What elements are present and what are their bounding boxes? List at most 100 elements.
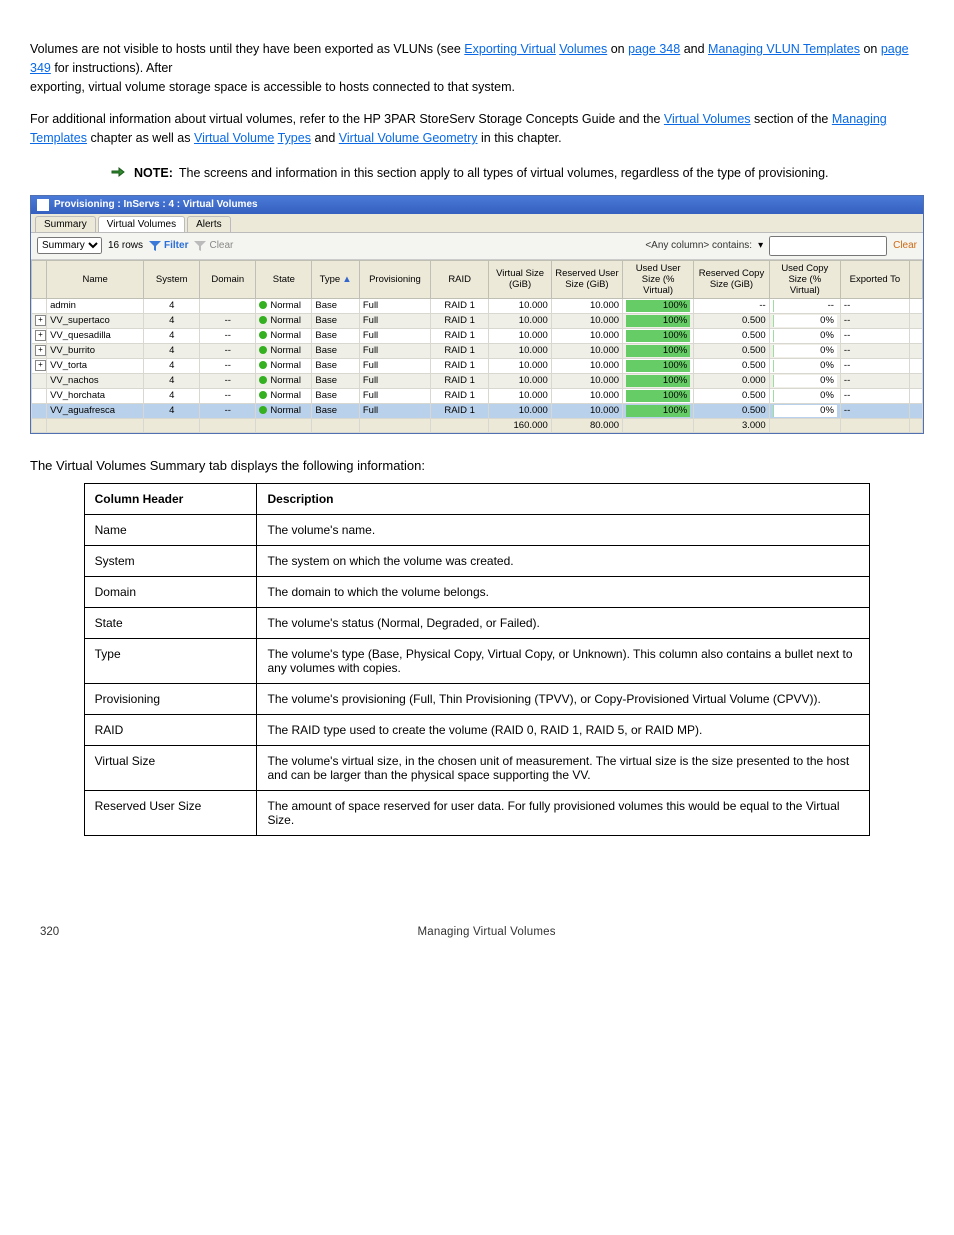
footer-page: 320 (40, 926, 59, 938)
desc-col-header: Type (84, 638, 257, 683)
link-exporting[interactable]: Exporting Virtual (464, 42, 556, 56)
tab-virtual-volumes[interactable]: Virtual Volumes (98, 216, 185, 232)
col-rusersize[interactable]: Reserved User Size (GiB) (551, 260, 622, 298)
table-row[interactable]: +VV_supertaco4--NormalBaseFullRAID 110.0… (32, 313, 923, 328)
expand-icon[interactable]: + (35, 315, 46, 326)
col-scroll (909, 260, 922, 298)
desc-row: SystemThe system on which the volume was… (84, 545, 870, 576)
col-type[interactable]: Type▲ (312, 260, 359, 298)
desc-row: TypeThe volume's type (Base, Physical Co… (84, 638, 870, 683)
col-vsize[interactable]: Virtual Size (GiB) (489, 260, 552, 298)
table-row[interactable]: VV_horchata4--NormalBaseFullRAID 110.000… (32, 388, 923, 403)
status-dot-icon (259, 331, 267, 339)
footer-title: Managing Virtual Volumes (417, 926, 555, 938)
table-row[interactable]: +VV_torta4--NormalBaseFullRAID 110.00010… (32, 358, 923, 373)
filter-icon (149, 241, 161, 251)
table-row[interactable]: VV_aguafresca4--NormalBaseFullRAID 110.0… (32, 403, 923, 418)
window-titlebar: Provisioning : InServs : 4 : Virtual Vol… (31, 196, 923, 214)
desc-col-header: Provisioning (84, 683, 257, 714)
chevron-down-icon[interactable]: ▾ (758, 240, 763, 251)
table-row[interactable]: +VV_burrito4--NormalBaseFullRAID 110.000… (32, 343, 923, 358)
col-system[interactable]: System (144, 260, 200, 298)
cell-ucopy: 0% (769, 328, 840, 343)
expand-icon[interactable]: + (35, 360, 46, 371)
cell-pad (909, 298, 922, 313)
link-vv-types2[interactable]: Types (278, 131, 311, 145)
arrow-right-icon (110, 164, 126, 180)
link-vv[interactable]: Virtual Volumes (664, 112, 751, 126)
toolbar: Summary 16 rows Filter Clear <Any column… (31, 233, 923, 260)
desc-col-header: System (84, 545, 257, 576)
cell-name: VV_supertaco (47, 313, 144, 328)
col-rcopysize[interactable]: Reserved Copy Size (GiB) (694, 260, 770, 298)
cell-system: 4 (144, 373, 200, 388)
cell-rsize: 10.000 (551, 328, 622, 343)
desc-row: Virtual SizeThe volume's virtual size, i… (84, 745, 870, 790)
cell-domain: -- (200, 373, 256, 388)
tab-summary[interactable]: Summary (35, 216, 96, 232)
cell-exp: -- (840, 388, 909, 403)
desc-row: ProvisioningThe volume's provisioning (F… (84, 683, 870, 714)
search-input[interactable] (769, 236, 887, 256)
col-state[interactable]: State (256, 260, 312, 298)
cell-raid: RAID 1 (431, 313, 489, 328)
cell-pad (909, 373, 922, 388)
cell-expand: + (32, 358, 47, 373)
cell-exp: -- (840, 313, 909, 328)
cell-type: Base (312, 328, 359, 343)
clear-search-button[interactable]: Clear (893, 240, 917, 251)
tab-alerts[interactable]: Alerts (187, 216, 231, 232)
col-name[interactable]: Name (47, 260, 144, 298)
cell-expand: + (32, 328, 47, 343)
cell-name: VV_quesadilla (47, 328, 144, 343)
expand-icon[interactable]: + (35, 330, 46, 341)
status-dot-icon (259, 346, 267, 354)
link-vv-types1[interactable]: Virtual Volume (194, 131, 274, 145)
cell-name: admin (47, 298, 144, 313)
cell-domain: -- (200, 403, 256, 418)
view-select[interactable]: Summary (37, 237, 102, 254)
table-row[interactable]: admin4NormalBaseFullRAID 110.00010.00010… (32, 298, 923, 313)
cell-prov: Full (359, 313, 430, 328)
cell-expand (32, 388, 47, 403)
cell-prov: Full (359, 343, 430, 358)
col-ucopysize[interactable]: Used Copy Size (% Virtual) (769, 260, 840, 298)
col-provisioning[interactable]: Provisioning (359, 260, 430, 298)
contains-label: <Any column> contains: (645, 240, 752, 251)
col-exportedto[interactable]: Exported To (840, 260, 909, 298)
col-domain[interactable]: Domain (200, 260, 256, 298)
col-raid[interactable]: RAID (431, 260, 489, 298)
clear-filter-button[interactable]: Clear (194, 240, 233, 251)
expand-icon[interactable]: + (35, 345, 46, 356)
cell-exp: -- (840, 403, 909, 418)
filter-button[interactable]: Filter (149, 240, 188, 251)
link-page348[interactable]: page 348 (628, 42, 680, 56)
cell-state: Normal (256, 388, 312, 403)
cell-rcopy: 0.500 (694, 343, 770, 358)
cell-system: 4 (144, 358, 200, 373)
cell-state: Normal (256, 313, 312, 328)
table-row[interactable]: VV_nachos4--NormalBaseFullRAID 110.00010… (32, 373, 923, 388)
link-vv-geometry[interactable]: Virtual Volume Geometry (339, 131, 478, 145)
cell-name: VV_burrito (47, 343, 144, 358)
cell-rsize: 10.000 (551, 403, 622, 418)
cell-type: Base (312, 358, 359, 373)
desc-row: DomainThe domain to which the volume bel… (84, 576, 870, 607)
cell-raid: RAID 1 (431, 403, 489, 418)
cell-pad (909, 358, 922, 373)
desc-row: Column HeaderDescription (84, 483, 870, 514)
cell-used: 100% (623, 313, 694, 328)
col-expand[interactable] (32, 260, 47, 298)
totals-row: 160.000 80.000 3.000 (32, 418, 923, 432)
link-managing-vlun[interactable]: Managing VLUN Templates (708, 42, 860, 56)
row-count: 16 rows (108, 240, 143, 251)
cell-name: VV_aguafresca (47, 403, 144, 418)
cell-system: 4 (144, 328, 200, 343)
cell-type: Base (312, 343, 359, 358)
cell-name: VV_nachos (47, 373, 144, 388)
col-usedusersize[interactable]: Used User Size (% Virtual) (623, 260, 694, 298)
link-volumes[interactable]: Volumes (559, 42, 607, 56)
desc-col-body: Description (257, 483, 870, 514)
table-row[interactable]: +VV_quesadilla4--NormalBaseFullRAID 110.… (32, 328, 923, 343)
desc-row: StateThe volume's status (Normal, Degrad… (84, 607, 870, 638)
